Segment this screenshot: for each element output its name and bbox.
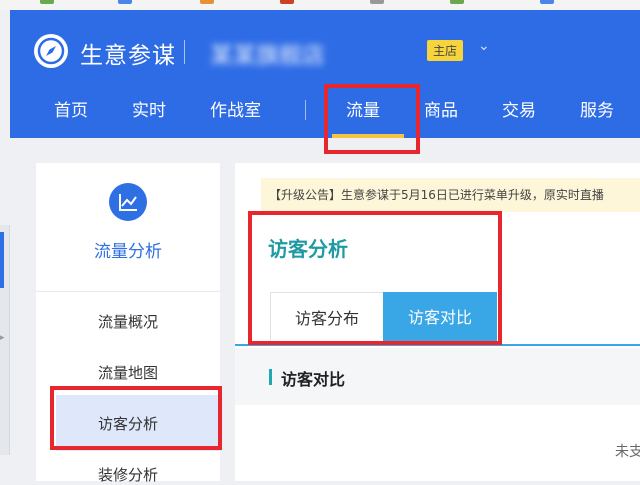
sidebar-title[interactable]: 流量分析 xyxy=(36,237,220,262)
nav-item-home[interactable]: 首页 xyxy=(54,96,88,121)
chevron-down-icon[interactable]: ⌄ xyxy=(478,38,490,54)
sidebar-divider xyxy=(36,291,220,292)
sidebar-active-bar xyxy=(0,232,4,288)
section-title: 访客对比 xyxy=(281,370,346,389)
nav-item-products[interactable]: 商品 xyxy=(424,96,458,121)
trend-chart-icon xyxy=(109,183,147,221)
nav-item-realtime[interactable]: 实时 xyxy=(132,96,166,121)
nav-divider xyxy=(305,100,306,120)
shop-badge: 主店 xyxy=(427,40,464,61)
truncated-label: 未支 xyxy=(615,444,640,460)
section-accent-bar xyxy=(269,369,272,385)
annotation-box-traffic-nav xyxy=(324,84,420,154)
nav-item-service[interactable]: 服务 xyxy=(580,96,614,121)
compass-logo-icon[interactable] xyxy=(34,34,68,68)
browser-bookmark-strip xyxy=(0,0,640,10)
annotation-box-visitor-tabs xyxy=(248,211,502,345)
sidebar-item-traffic-overview[interactable]: 流量概况 xyxy=(36,311,220,332)
caret-right-icon[interactable]: ▸ xyxy=(0,333,5,343)
nav-item-transactions[interactable]: 交易 xyxy=(502,96,536,121)
sidebar-item-traffic-map[interactable]: 流量地图 xyxy=(36,362,220,383)
shop-name[interactable]: 某某旗舰店 xyxy=(210,36,325,70)
annotation-box-sidebar-item xyxy=(50,386,222,450)
brand-divider xyxy=(184,40,185,64)
sidebar-item-decoration-analysis[interactable]: 装修分析 xyxy=(36,464,220,485)
brand-title[interactable]: 生意参谋 xyxy=(80,36,176,70)
nav-item-war-room[interactable]: 作战室 xyxy=(210,96,261,121)
notice-banner[interactable]: 【升级公告】生意参谋于5月16日已进行菜单升级，原实时直播 xyxy=(261,178,640,212)
